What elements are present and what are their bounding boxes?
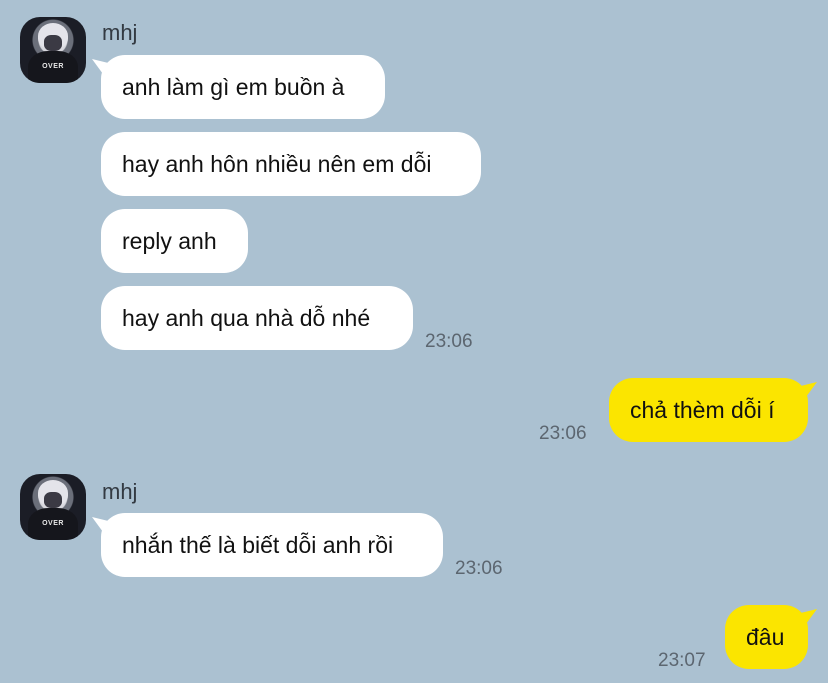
sender-name[interactable]: mhj [102, 479, 137, 505]
message-text: anh làm gì em buồn à [122, 74, 345, 100]
message-text: nhắn thế là biết dỗi anh rồi [122, 532, 394, 558]
message-bubble-incoming[interactable]: hay anh qua nhà dỗ nhé [101, 286, 413, 350]
message-timestamp: 23:06 [539, 423, 587, 444]
message-text: hay anh hôn nhiều nên em dỗi [122, 151, 432, 177]
message-bubble-incoming[interactable]: reply anh [101, 209, 248, 273]
message-bubble-incoming[interactable]: anh làm gì em buồn à [101, 55, 385, 119]
message-timestamp: 23:07 [658, 650, 706, 671]
message-text: reply anh [122, 228, 217, 254]
message-timestamp: 23:06 [455, 558, 503, 579]
avatar-logo-text: OVER [42, 63, 64, 70]
message-bubble-outgoing[interactable]: đâu [725, 605, 808, 669]
message-bubble-incoming[interactable]: hay anh hôn nhiều nên em dỗi [101, 132, 481, 196]
message-text: đâu [746, 624, 785, 650]
avatar[interactable]: OVER [20, 474, 86, 540]
sender-name[interactable]: mhj [102, 20, 137, 46]
message-bubble-incoming[interactable]: nhắn thế là biết dỗi anh rồi [101, 513, 443, 577]
message-bubble-outgoing[interactable]: chả thèm dỗi í [609, 378, 808, 442]
message-text: hay anh qua nhà dỗ nhé [122, 305, 371, 331]
message-timestamp: 23:06 [425, 331, 473, 352]
message-text: chả thèm dỗi í [630, 397, 775, 423]
avatar-logo-text: OVER [42, 520, 64, 527]
avatar[interactable]: OVER [20, 17, 86, 83]
